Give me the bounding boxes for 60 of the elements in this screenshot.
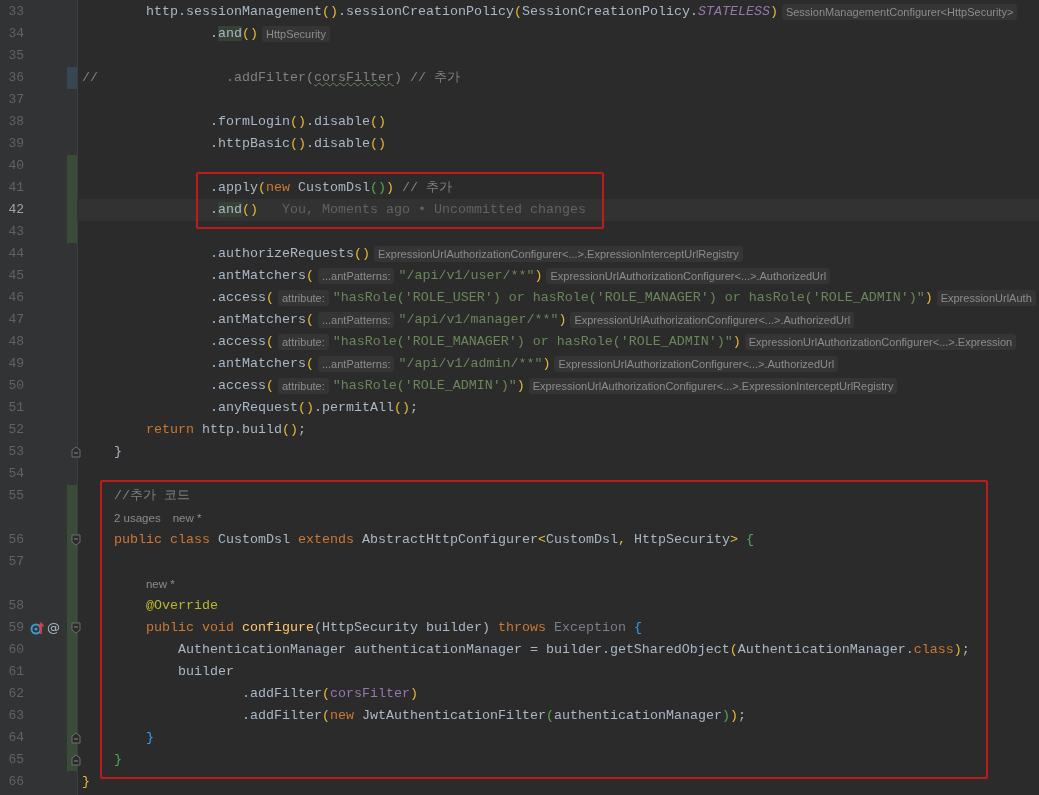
fold-icon[interactable] — [71, 754, 81, 766]
code-text: http.sessionManagement().sessionCreationPolicy(SessionCreationPolicy.STATELESS) — [145, 3, 778, 21]
inlay-hint: ...antPatterns: — [317, 312, 395, 328]
code-text: .and() — [208, 25, 258, 43]
inlay-hint: SessionManagementConfigurer<HttpSecurity> — [781, 4, 1018, 20]
fold-icon[interactable] — [71, 732, 81, 744]
code-text: .anyRequest().permitAll(); — [208, 399, 418, 417]
code-text: "/api/v1/manager/**") — [398, 311, 567, 329]
code-text: "hasRole('ROLE_USER') or hasRole('ROLE_MANAGER') or hasRole('ROLE_ADMIN')") — [332, 289, 933, 307]
fold-icon[interactable] — [71, 622, 81, 634]
code-text: AuthenticationManager authenticationManager = builder.getSharedObject(AuthenticationManager.class); — [176, 641, 970, 659]
code-text: .and() — [208, 201, 258, 219]
inlay-hint: HttpSecurity — [262, 26, 330, 42]
usage-hint: new * — [145, 577, 175, 592]
code-text: .addFilter(new JwtAuthenticationFilter(authenticationManager)); — [240, 707, 746, 725]
code-text: .antMatchers( — [208, 267, 314, 285]
code-text: public class CustomDsl extends AbstractHttpConfigurer<CustomDsl, HttpSecurity> { — [113, 531, 754, 549]
inlay-hint: ...antPatterns: — [317, 356, 395, 372]
code-text: .antMatchers( — [208, 355, 314, 373]
usage-hint: 2 usages — [114, 511, 161, 526]
code-text: } — [145, 729, 154, 747]
code-text: //추가 코드 — [113, 487, 190, 505]
code-text: "/api/v1/admin/**") — [398, 355, 551, 373]
code-text: "hasRole('ROLE_ADMIN')") — [332, 377, 525, 395]
code-text: "hasRole('ROLE_MANAGER') or hasRole('ROLE_ADMIN')") — [332, 333, 741, 351]
code-text: @Override — [145, 597, 218, 615]
code-text: .apply(new CustomDsl()) // 추가 — [208, 179, 452, 197]
fold-icon[interactable] — [71, 534, 81, 546]
code-text: builder — [176, 663, 234, 681]
code-text: .httpBasic().disable() — [208, 135, 386, 153]
code-text: .access( — [208, 377, 274, 395]
fold-icon[interactable] — [71, 446, 81, 458]
code-text: .authorizeRequests() — [208, 245, 370, 263]
inlay-hint: attribute: — [277, 334, 329, 350]
code-text: .addFilter(corsFilter) — [240, 685, 418, 703]
code-text: } — [113, 751, 122, 769]
inlay-hint: ExpressionUrlAuthorizationConfigurer<...>.ExpressionInterceptUrlRegistry — [373, 246, 743, 262]
code-text: return http.build(); — [145, 421, 306, 439]
code-text: .access( — [208, 333, 274, 351]
code-text: "/api/v1/user/**") — [398, 267, 543, 285]
code-text: } — [82, 773, 90, 791]
code-text: .access( — [208, 289, 274, 307]
inlay-hint: ExpressionUrlAuthorizationConfigurer<...>.Expression — [744, 334, 1017, 350]
line-number: 42 — [8, 202, 24, 217]
inlay-hint: ExpressionUrlAuthorizationConfigurer<...>.AuthorizedUrl — [554, 356, 839, 372]
usage-hint: new * — [172, 511, 202, 526]
inlay-hint: attribute: — [277, 290, 329, 306]
code-text: } — [113, 443, 122, 461]
code-text: public void configure(HttpSecurity builder) throws Exception { — [145, 619, 642, 637]
inlay-hint: ExpressionUrlAuthorizationConfigurer<...>.ExpressionInterceptUrlRegistry — [528, 378, 898, 394]
code-text: // .addFilter(corsFilter) // 추가 — [82, 69, 460, 87]
inlay-hint: attribute: — [277, 378, 329, 394]
annotation-marker[interactable]: @ — [47, 621, 60, 635]
inlay-hint: ...antPatterns: — [317, 268, 395, 284]
code-text: .formLogin().disable() — [208, 113, 386, 131]
inlay-hint: ExpressionUrlAuthorizationConfigurer<...>.AuthorizedUrl — [546, 268, 831, 284]
inlay-hint: ExpressionUrlAuth — [936, 290, 1036, 306]
inlay-hint: ExpressionUrlAuthorizationConfigurer<...>.AuthorizedUrl — [570, 312, 855, 328]
override-icon[interactable] — [30, 621, 44, 635]
code-text: .antMatchers( — [208, 311, 314, 329]
